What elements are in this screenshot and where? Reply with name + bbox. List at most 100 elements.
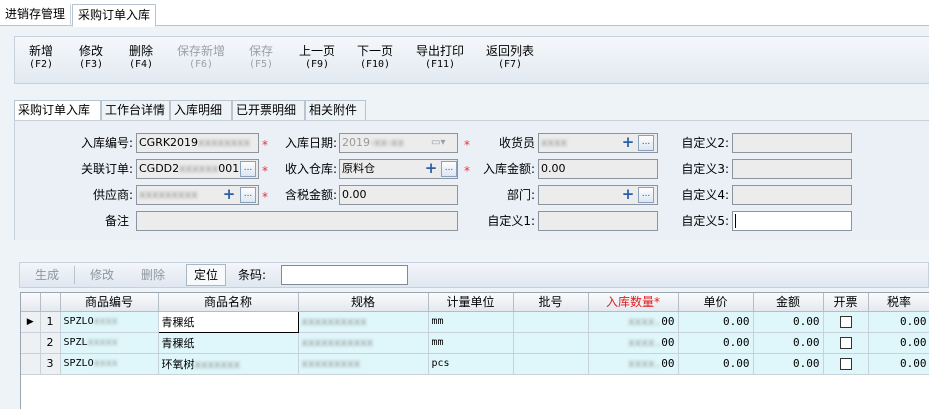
- invoice-checkbox[interactable]: [839, 316, 852, 328]
- save-button[interactable]: 保存 (F5): [249, 45, 273, 71]
- items-table: 商品编号 商品名称 规格 计量单位 批号 入库数量* 单价 金额 开票 税率 ▶…: [21, 293, 929, 375]
- barcode-input[interactable]: [281, 265, 408, 285]
- cell-tax-rate[interactable]: 0.00: [868, 353, 929, 375]
- cell-quantity[interactable]: xxxx.00: [588, 353, 679, 375]
- export-print-button-label: 导出打印: [416, 44, 465, 58]
- calendar-dropdown-icon[interactable]: ▭▾: [431, 135, 453, 151]
- cell-unit[interactable]: mm: [428, 311, 514, 333]
- cell-unit[interactable]: pcs: [428, 353, 514, 375]
- remark-field[interactable]: [136, 211, 458, 231]
- add-warehouse-icon[interactable]: +: [424, 161, 438, 177]
- invoice-checkbox[interactable]: [839, 358, 852, 370]
- header-name[interactable]: 商品名称: [158, 293, 299, 312]
- cell-name[interactable]: 青稞纸: [157, 310, 299, 333]
- next-page-button[interactable]: 下一页 (F10): [357, 45, 393, 71]
- header-unit[interactable]: 计量单位: [428, 293, 514, 312]
- delete-button-label: 删除: [129, 44, 154, 58]
- tab-purchase-order-receipt[interactable]: 采购订单入库: [72, 4, 157, 27]
- tab-purchase-receipt[interactable]: 采购订单入库: [14, 100, 101, 121]
- header-code[interactable]: 商品编号: [60, 293, 159, 312]
- cell-price[interactable]: 0.00: [678, 311, 754, 333]
- cell-tax-rate[interactable]: 0.00: [868, 311, 929, 333]
- back-to-list-button[interactable]: 返回列表 (F7): [486, 45, 534, 71]
- cell-code[interactable]: SPZLxxxxx: [60, 332, 159, 354]
- cell-invoice[interactable]: [823, 353, 869, 375]
- cell-amount[interactable]: 0.00: [753, 311, 824, 333]
- tab-workbench-details[interactable]: 工作台详情: [101, 100, 170, 120]
- cell-code-value: SPZLO: [63, 316, 94, 327]
- cell-code[interactable]: SPZLOxxxx: [60, 353, 159, 375]
- cell-code-masked: xxxx: [93, 316, 118, 327]
- tab-inventory-management[interactable]: 进销存管理: [0, 4, 72, 26]
- add-supplier-icon[interactable]: +: [222, 187, 236, 203]
- cell-batch[interactable]: [513, 353, 589, 375]
- prev-page-button[interactable]: 上一页 (F9): [299, 45, 335, 71]
- cell-spec-masked: xxxxxxxxxx: [301, 315, 367, 328]
- warehouse-label: 收入仓库:: [284, 162, 337, 176]
- browse-order-button[interactable]: ...: [240, 161, 256, 177]
- header-tax-rate[interactable]: 税率: [868, 293, 929, 312]
- custom2-field[interactable]: [732, 133, 852, 153]
- cell-invoice[interactable]: [823, 311, 869, 333]
- custom5-field[interactable]: [732, 211, 852, 231]
- receipt-no-value: CGRK2019: [139, 136, 199, 149]
- cell-batch[interactable]: [513, 311, 589, 333]
- cell-unit[interactable]: mm: [428, 332, 514, 354]
- edit-button-label: 修改: [79, 44, 104, 58]
- browse-receiver-button[interactable]: ...: [638, 135, 654, 151]
- tax-amount-value: 0.00: [342, 188, 367, 201]
- amount-field[interactable]: 0.00: [538, 159, 658, 179]
- header-amount[interactable]: 金额: [753, 293, 824, 312]
- table-row[interactable]: ▶ 1 SPZLOxxxx 青稞纸 xxxxxxxxxx mm xxxx.00 …: [21, 310, 929, 333]
- tab-attachments[interactable]: 相关附件: [305, 100, 366, 120]
- browse-warehouse-button[interactable]: ...: [441, 161, 457, 177]
- custom3-field[interactable]: [732, 159, 852, 179]
- remark-label: 备注: [104, 214, 129, 228]
- custom4-field[interactable]: [732, 185, 852, 205]
- cell-amount[interactable]: 0.00: [753, 332, 824, 354]
- cell-batch[interactable]: [513, 332, 589, 354]
- header-spec[interactable]: 规格: [298, 293, 429, 312]
- invoice-checkbox[interactable]: [839, 337, 852, 349]
- locate-button[interactable]: 定位: [186, 264, 227, 286]
- header-invoice[interactable]: 开票: [823, 293, 869, 312]
- cell-code[interactable]: SPZLOxxxx: [60, 311, 159, 333]
- save-button-key: (F5): [249, 59, 274, 70]
- cell-name[interactable]: 环氧树xxxxxxx: [158, 353, 299, 375]
- cell-amount[interactable]: 0.00: [753, 353, 824, 375]
- generate-button[interactable]: 生成: [35, 263, 59, 287]
- cell-spec[interactable]: xxxxxxxxxx: [298, 311, 429, 333]
- cell-price[interactable]: 0.00: [678, 353, 754, 375]
- table-row[interactable]: 2 SPZLxxxxx 青稞纸 xxxxxxxxxxx mm xxxx.00 0…: [21, 332, 929, 354]
- table-row[interactable]: 3 SPZLOxxxx 环氧树xxxxxxx xxxxxxxxx pcs xxx…: [21, 353, 929, 375]
- receipt-no-field[interactable]: CGRK2019xxxxxxxx: [136, 133, 259, 153]
- next-page-button-label: 下一页: [357, 44, 394, 58]
- header-batch[interactable]: 批号: [513, 293, 589, 312]
- cell-invoice[interactable]: [823, 332, 869, 354]
- save-and-new-button[interactable]: 保存新增 (F6): [177, 45, 225, 71]
- save-and-new-button-label: 保存新增: [177, 44, 226, 58]
- cell-spec[interactable]: xxxxxxxxxxx: [298, 332, 429, 354]
- cell-spec[interactable]: xxxxxxxxx: [298, 353, 429, 375]
- cell-price[interactable]: 0.00: [678, 332, 754, 354]
- cell-tax-rate[interactable]: 0.00: [868, 332, 929, 354]
- edit-button[interactable]: 修改 (F3): [79, 45, 103, 71]
- new-button[interactable]: 新增 (F2): [29, 45, 53, 71]
- delete-button[interactable]: 删除 (F4): [129, 45, 153, 71]
- add-dept-icon[interactable]: +: [621, 187, 635, 203]
- cell-quantity[interactable]: xxxx.00: [588, 311, 679, 333]
- tab-invoiced-details[interactable]: 已开票明细: [232, 100, 305, 120]
- grid-edit-button[interactable]: 修改: [90, 263, 114, 287]
- cell-quantity[interactable]: xxxx.00: [588, 332, 679, 354]
- browse-supplier-button[interactable]: ...: [240, 187, 256, 203]
- export-print-button[interactable]: 导出打印 (F11): [416, 45, 464, 71]
- custom1-field[interactable]: [538, 211, 658, 231]
- header-price[interactable]: 单价: [678, 293, 754, 312]
- add-receiver-icon[interactable]: +: [621, 135, 635, 151]
- grid-delete-button[interactable]: 删除: [141, 263, 165, 287]
- tax-amount-field[interactable]: 0.00: [339, 185, 458, 205]
- header-quantity[interactable]: 入库数量*: [588, 293, 679, 312]
- browse-dept-button[interactable]: ...: [638, 187, 654, 203]
- cell-name[interactable]: 青稞纸: [158, 332, 299, 354]
- tab-receipt-details[interactable]: 入库明细: [170, 100, 232, 120]
